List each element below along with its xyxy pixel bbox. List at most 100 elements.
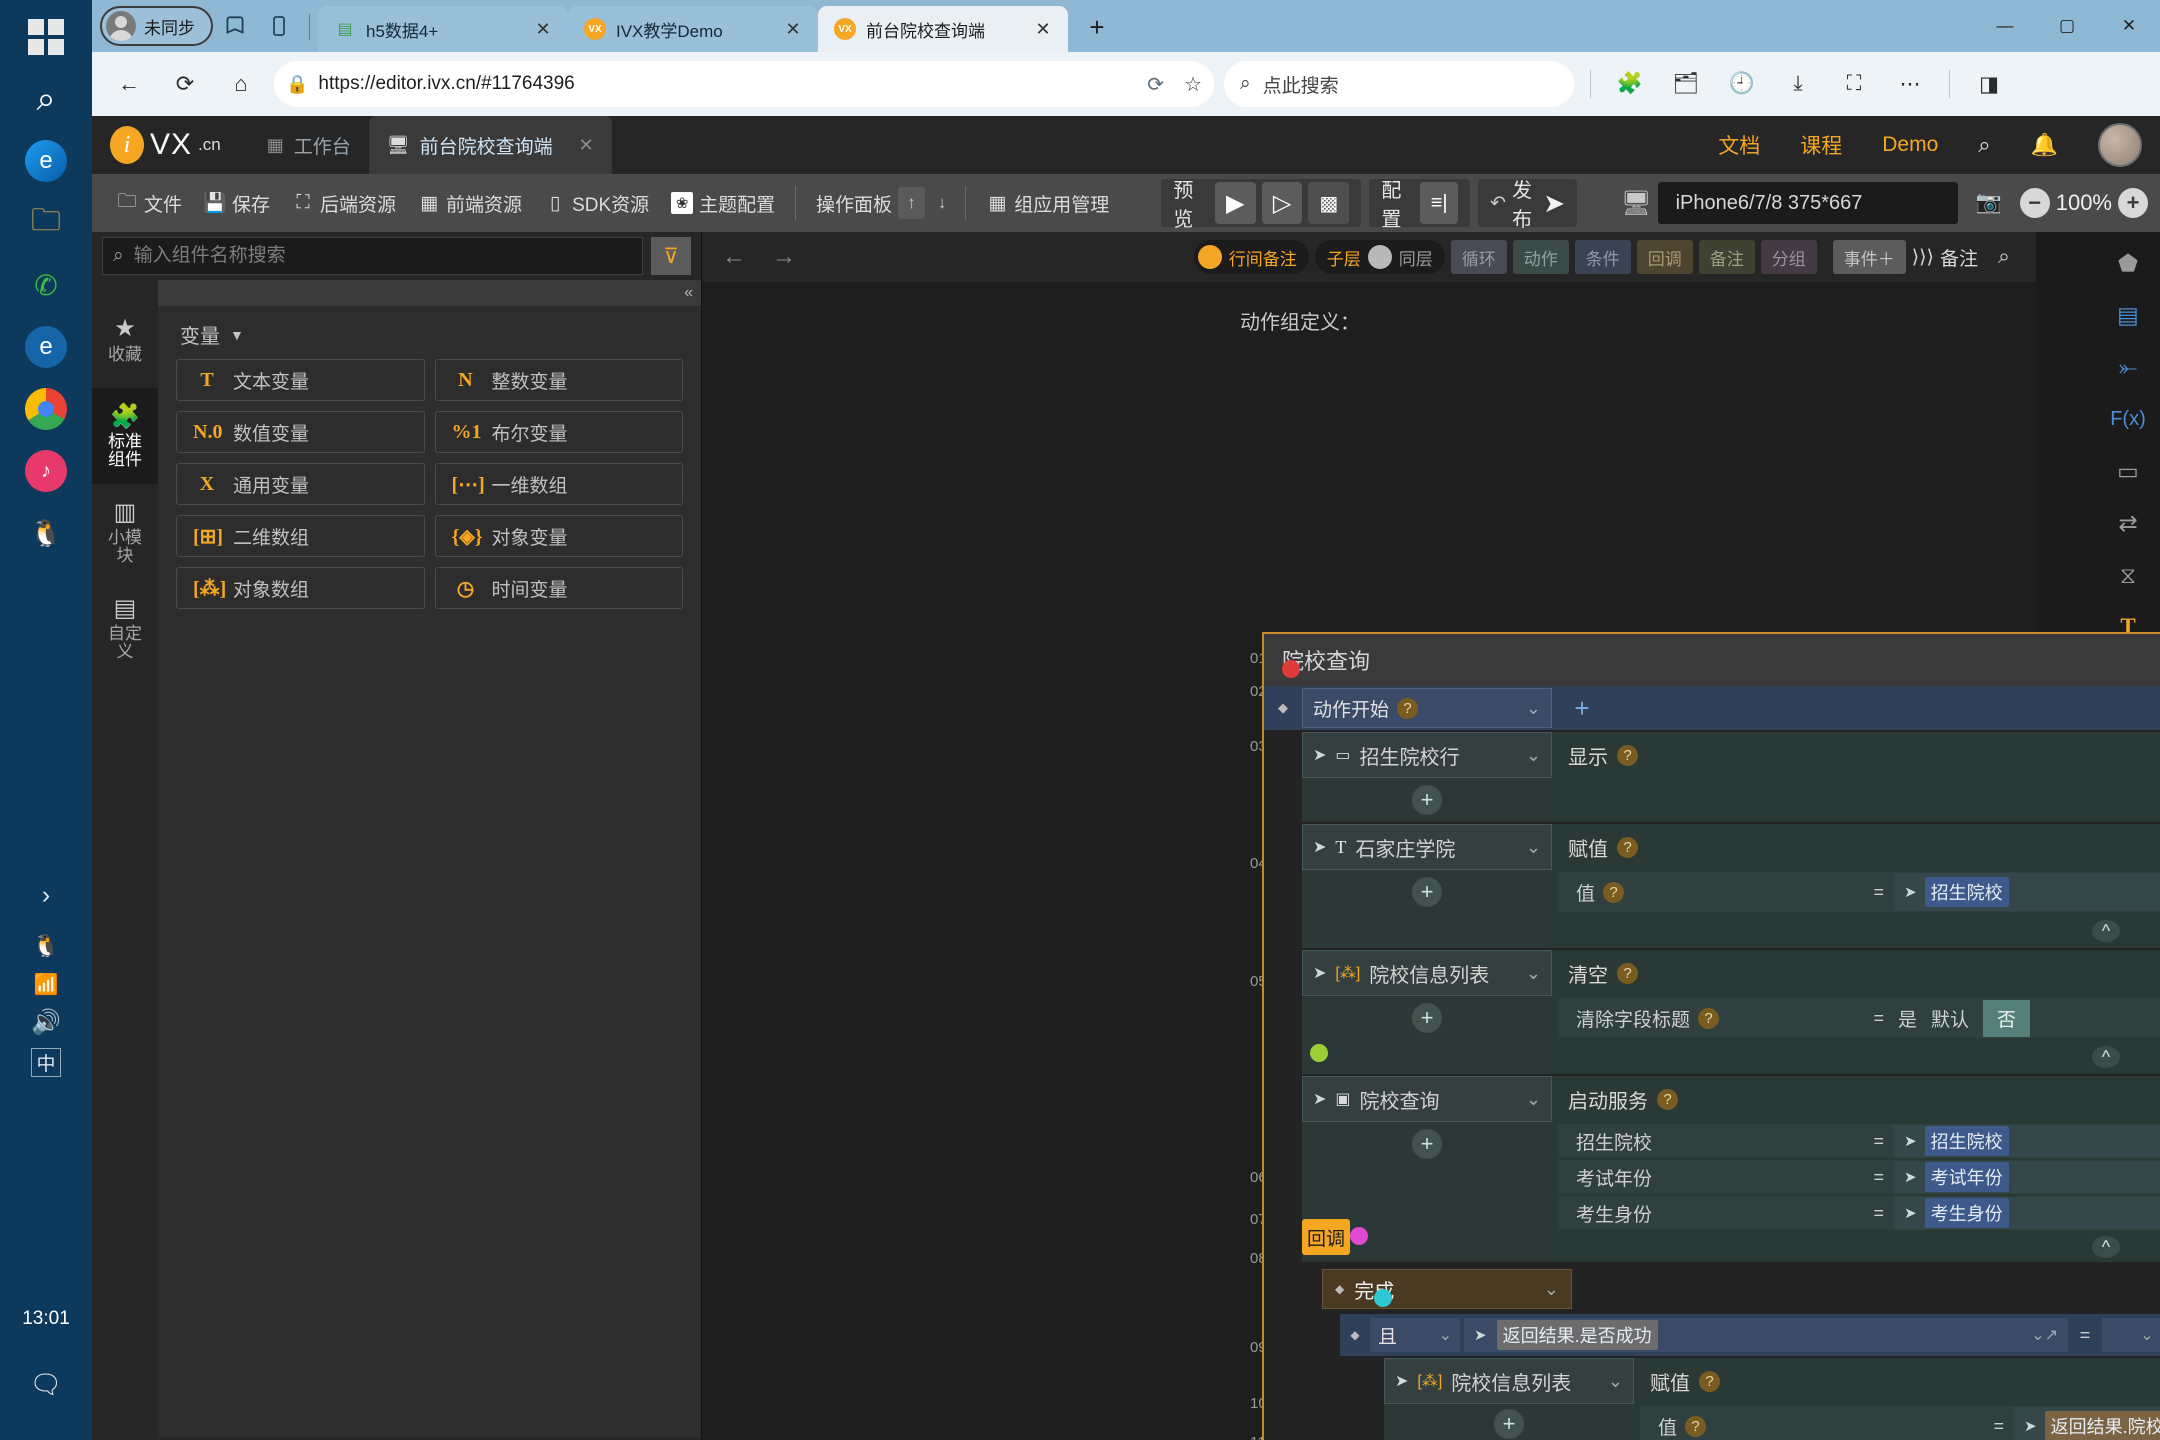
- flow-row-06[interactable]: ◆ 完成 ⌄: [1264, 1268, 2160, 1310]
- tab-collections-icon[interactable]: [213, 4, 257, 48]
- collections-icon[interactable]: 🗂: [1663, 61, 1709, 107]
- toolbar-save[interactable]: 💾 保存: [194, 181, 280, 225]
- taskbar-expand[interactable]: ›: [0, 864, 92, 926]
- branch-marker-1[interactable]: [1310, 1044, 1328, 1062]
- storage-icon[interactable]: ▭: [2105, 454, 2151, 488]
- header-link-courses[interactable]: 课程: [1800, 130, 1842, 160]
- browser-tab-1[interactable]: VX IVX教学Demo ✕: [568, 6, 818, 52]
- function-icon[interactable]: F(x): [2105, 402, 2151, 436]
- taskbar-chrome[interactable]: [0, 378, 92, 440]
- taskbar-ie[interactable]: e: [0, 316, 92, 378]
- toggle-layer[interactable]: 子层 同层: [1314, 240, 1445, 274]
- panel-collapse-bar[interactable]: «: [158, 280, 701, 306]
- device-selector[interactable]: iPhone6/7/8 375*667: [1657, 182, 1958, 224]
- component-search-input[interactable]: [133, 245, 632, 267]
- callback-marker[interactable]: [1350, 1227, 1368, 1245]
- var-bool[interactable]: %1 布尔变量: [434, 411, 683, 453]
- start-add-button[interactable]: +: [1552, 688, 1612, 728]
- row04-param-0-options[interactable]: 是 默认 否: [1894, 999, 2160, 1037]
- tray-qq[interactable]: 🐧: [0, 926, 92, 966]
- var-array1d[interactable]: [⋯] 一维数组: [434, 463, 683, 505]
- taskbar-chat[interactable]: 🗨: [0, 1369, 92, 1400]
- var-text[interactable]: T 文本变量: [176, 359, 425, 401]
- hourglass-icon[interactable]: ⧖: [2105, 558, 2151, 592]
- play-outline-icon[interactable]: ▷: [1261, 182, 1303, 224]
- taskbar-search[interactable]: ⌕: [0, 68, 92, 130]
- sidebar-item-modules[interactable]: ▥ 小模块: [92, 484, 158, 580]
- option-default[interactable]: 默认: [1931, 1005, 1969, 1032]
- start-marker[interactable]: [1282, 660, 1300, 678]
- var-time[interactable]: ◷ 时间变量: [434, 567, 683, 609]
- more-icon[interactable]: ⋯: [1887, 61, 1933, 107]
- callback-select[interactable]: ◆ 完成 ⌄: [1322, 1269, 1572, 1309]
- send-icon[interactable]: ➤: [1543, 188, 1565, 219]
- help-icon[interactable]: ?: [1657, 1088, 1678, 1110]
- sliders-icon[interactable]: ≡|: [1420, 182, 1459, 224]
- row04-node[interactable]: ➤ [⁂] 院校信息列表 ⌄: [1302, 950, 1552, 996]
- row05-param-2[interactable]: 考生身份 = ➤ 考生身份 ⌄↗: [1558, 1196, 2160, 1230]
- sidebar-item-favorites[interactable]: ★ 收藏: [92, 292, 158, 388]
- row03-add[interactable]: +: [1302, 870, 1552, 914]
- row03-collapse[interactable]: ^: [1552, 914, 2160, 948]
- row05-collapse[interactable]: ^: [1552, 1232, 2160, 1262]
- row07-left-operand[interactable]: ➤ 返回结果.是否成功 ⌄↗: [1464, 1318, 2068, 1352]
- flow-row-02[interactable]: ➤ ▭ 招生院校行 ⌄ + 显示 ?: [1264, 732, 2160, 822]
- collapse-icon[interactable]: «: [684, 284, 693, 302]
- history-icon[interactable]: 🕘: [1719, 61, 1765, 107]
- bookmark-icon[interactable]: ☆: [1174, 72, 1202, 97]
- help-icon[interactable]: ?: [1617, 962, 1638, 984]
- row04-add[interactable]: +: [1302, 996, 1552, 1040]
- row08-param-0[interactable]: 值? = ➤ 返回结果.院校信息 ⌄↗: [1640, 1406, 2160, 1440]
- var-int[interactable]: N 整数变量: [434, 359, 683, 401]
- start-node-select[interactable]: 动作开始 ? ⌄: [1302, 688, 1552, 728]
- filter-icon[interactable]: ⊽: [651, 237, 691, 275]
- chip-group[interactable]: 分组: [1760, 240, 1817, 274]
- help-icon[interactable]: ?: [1685, 1415, 1707, 1437]
- maximize-button[interactable]: ▢: [2036, 0, 2098, 52]
- toggle-inline-note[interactable]: 行间备注: [1193, 240, 1309, 274]
- row08-op[interactable]: 赋值 ? ⌄ ⟳ ◷: [1634, 1358, 2160, 1404]
- chip-note[interactable]: 备注: [1698, 240, 1755, 274]
- component-search-box[interactable]: ⌕: [102, 237, 643, 275]
- screenshot-icon[interactable]: ⛶: [1831, 61, 1877, 107]
- play-icon[interactable]: ▶: [1214, 182, 1256, 224]
- browser-tab-0-close[interactable]: ✕: [532, 19, 554, 40]
- help-icon[interactable]: ?: [1397, 697, 1419, 719]
- var-array2d[interactable]: [⊞] 二维数组: [176, 515, 425, 557]
- chip-event-add[interactable]: 事件＋: [1832, 240, 1906, 274]
- expand-icon[interactable]: ⌄↗: [2031, 1325, 2058, 1345]
- row08-add[interactable]: +: [1384, 1404, 1634, 1440]
- taskbar-music[interactable]: ♪: [0, 440, 92, 502]
- editor-forward-button[interactable]: →: [764, 237, 804, 277]
- minimize-button[interactable]: —: [1974, 0, 2036, 52]
- swap-icon[interactable]: ⇄: [2105, 506, 2151, 540]
- publish-label[interactable]: 发布: [1512, 174, 1537, 232]
- row05-op[interactable]: 启动服务 ? ⌄ ⟳ ◷: [1552, 1076, 2160, 1122]
- row03-op[interactable]: 赋值 ? ⌄ ⟳ ◷: [1552, 824, 2160, 870]
- help-icon[interactable]: ?: [1617, 836, 1638, 858]
- header-bell-icon[interactable]: 🔔: [2031, 132, 2058, 158]
- row02-add[interactable]: +: [1302, 778, 1552, 822]
- row03-param-0[interactable]: 值? = ➤ 招生院校 ⌄↗: [1558, 872, 2160, 912]
- back-button[interactable]: ←: [106, 61, 152, 107]
- tray-network[interactable]: 📶: [0, 966, 92, 1002]
- editor-search-icon[interactable]: ⌕: [1984, 237, 2024, 277]
- row02-node[interactable]: ➤ ▭ 招生院校行 ⌄: [1302, 732, 1552, 778]
- row02-op[interactable]: 显示 ? ⌄ ⟳ ◷: [1552, 732, 2160, 778]
- browser-tab-2[interactable]: VX 前台院校查询端 ✕: [818, 6, 1068, 52]
- tray-volume[interactable]: 🔊: [0, 1002, 92, 1042]
- taskbar-edge[interactable]: e: [0, 130, 92, 192]
- sidebar-item-standard[interactable]: 🧩 标准组件: [92, 388, 158, 484]
- toolbar-group-app[interactable]: ▦ 组应用管理: [976, 181, 1119, 225]
- panel-up-button[interactable]: ↑: [898, 187, 925, 219]
- zoom-out-button[interactable]: −: [2019, 188, 2050, 218]
- chip-action[interactable]: 动作: [1512, 240, 1569, 274]
- row04-param-0[interactable]: 清除字段标题? = 是 默认 否: [1558, 998, 2160, 1038]
- row03-node[interactable]: ➤ T 石家庄学院 ⌄: [1302, 824, 1552, 870]
- option-yes[interactable]: 是: [1898, 1005, 1917, 1032]
- row07-op-select[interactable]: ⌄: [2102, 1318, 2160, 1352]
- condition-marker-1[interactable]: [1374, 1289, 1392, 1307]
- row08-node[interactable]: ➤ [⁂] 院校信息列表 ⌄: [1384, 1358, 1634, 1404]
- row03-param-0-value[interactable]: ➤ 招生院校 ⌄↗: [1894, 873, 2160, 911]
- close-button[interactable]: ✕: [2098, 0, 2160, 52]
